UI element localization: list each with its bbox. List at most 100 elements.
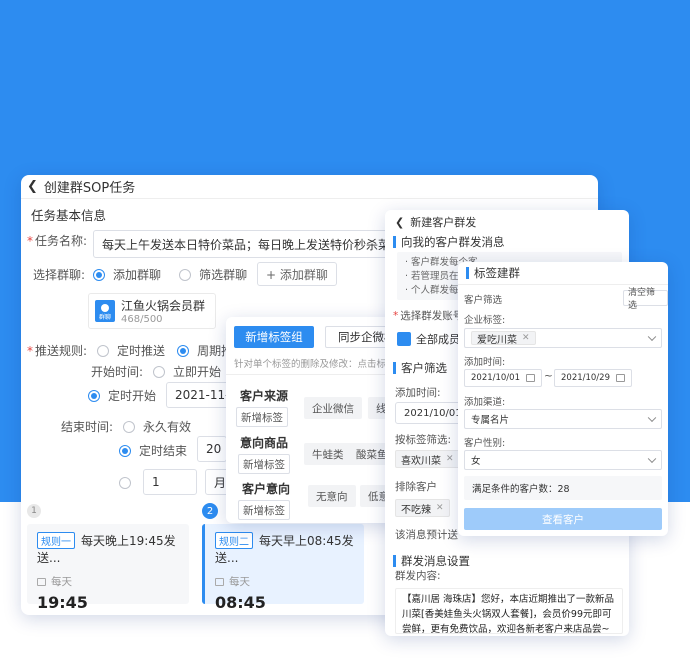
channel-select[interactable]: 专属名片	[464, 409, 662, 429]
view-customers-button[interactable]: 查看客户	[464, 508, 662, 530]
opt-add-group-label: 添加群聊	[113, 268, 162, 282]
sop-title: 创建群SOP任务	[43, 181, 136, 196]
group-avatar: 群聊	[95, 300, 115, 322]
add-time-label: 添加时间:	[395, 387, 441, 399]
radio-add-group[interactable]	[93, 268, 106, 281]
all-members-text: 全部成员	[416, 333, 460, 346]
radio-repeat[interactable]	[119, 477, 131, 489]
step-dot-1[interactable]: 1	[27, 504, 41, 518]
radio-cycle-push[interactable]	[177, 344, 190, 357]
section-filter: 客户筛选	[393, 360, 447, 376]
close-icon[interactable]: ✕	[522, 333, 530, 343]
rule-time: 08:45	[215, 593, 266, 612]
start-time-label: 开始时间:	[91, 365, 144, 379]
end-date-input[interactable]: 20	[197, 436, 227, 462]
rule-time: 19:45	[37, 593, 88, 612]
back-icon[interactable]: ❮	[395, 216, 404, 229]
tag-item[interactable]: 牛蛙类	[304, 443, 352, 465]
add-tag-button[interactable]: 新增标签	[236, 407, 288, 427]
tag-filter-label: 按标签筛选:	[395, 434, 452, 446]
date-separator: ~	[544, 370, 553, 382]
opt-end-timed-label: 定时结束	[139, 444, 188, 458]
radio-filter-group[interactable]	[179, 268, 192, 281]
calendar-icon	[37, 577, 46, 586]
chevron-down-icon	[647, 332, 657, 342]
mass-header: ❮ 新建客户群发	[385, 210, 629, 234]
channel-label: 添加渠道:	[464, 397, 506, 408]
filter-label: 客户筛选	[464, 295, 503, 306]
step-dot-2[interactable]: 2	[202, 503, 218, 519]
end-timed-row: 定时结束	[119, 442, 187, 459]
date-from-input[interactable]: 2021/10/01	[464, 369, 542, 387]
select-group-label: 选择群聊:	[33, 268, 86, 282]
opt-start-timed-label: 定时开始	[108, 389, 157, 403]
start-time-row: 开始时间: 立即开始	[91, 363, 221, 380]
rule-tag: 规则一	[37, 532, 75, 549]
mass-title: 新建客户群发	[410, 216, 477, 229]
label-build-title: 标签建群	[458, 262, 668, 284]
close-icon[interactable]: ✕	[436, 503, 444, 513]
group-name: 江鱼火锅会员群	[121, 299, 206, 313]
required-mark: *	[27, 233, 33, 248]
all-members-chip[interactable]: 全部成员	[397, 328, 460, 350]
push-rule-label: 推送规则:	[35, 344, 88, 358]
message-content[interactable]: 【嘉川居 海珠店】您好，本店近期推出了一款新品川菜[香美娃鱼头火锅双人套餐]，会…	[395, 588, 623, 635]
chevron-down-icon	[647, 454, 657, 464]
opt-filter-group-label: 筛选群聊	[199, 268, 248, 282]
radio-forever[interactable]	[123, 420, 136, 433]
end-time-label: 结束时间:	[61, 420, 114, 434]
date-to-input[interactable]: 2021/10/29	[554, 369, 632, 387]
content-label: 群发内容:	[395, 570, 441, 582]
chip-text: 不吃辣	[401, 504, 431, 516]
radio-start-timed[interactable]	[88, 389, 100, 402]
task-name-input[interactable]: 每天上午发送本日特价菜品；每日晚上发送特价秒杀菜品	[93, 230, 393, 258]
chevron-down-icon	[647, 413, 657, 423]
corp-tag-label: 企业标签:	[464, 315, 506, 326]
opt-timed-label: 定时推送	[117, 344, 166, 358]
sop-header: ❮ 创建群SOP任务	[21, 175, 598, 199]
add-tag-button[interactable]: 新增标签	[238, 454, 290, 474]
match-count: 满足条件的客户数：28	[464, 476, 662, 500]
rule-freq: 每天	[229, 576, 250, 588]
start-timed-row: 定时开始	[88, 387, 156, 404]
label-build-panel: 标签建群 客户筛选 清空筛选 企业标签: 爱吃川菜 ✕ 添加时间: 2021/10…	[458, 262, 668, 536]
required-mark: *	[27, 343, 33, 358]
tag-item[interactable]: 无意向	[308, 485, 356, 507]
gender-select[interactable]: 女	[464, 450, 662, 470]
rule-card-2[interactable]: 规则二 每天早上08:45发送... 每天 08:45	[202, 524, 364, 612]
tag-filter-chip[interactable]: 喜欢川菜 ✕	[395, 450, 460, 468]
add-group-button[interactable]: + 添加群聊	[257, 262, 337, 286]
radio-start-now[interactable]	[153, 365, 166, 378]
exclude-chip[interactable]: 不吃辣 ✕	[395, 499, 450, 517]
tag-item[interactable]: 企业微信	[304, 397, 362, 419]
add-time-input[interactable]: 2021/10/01	[395, 402, 465, 424]
gender-value: 女	[471, 456, 481, 467]
divider	[226, 374, 410, 375]
calendar-icon	[526, 374, 535, 382]
calendar-icon	[215, 577, 224, 586]
gender-label: 客户性别:	[464, 438, 506, 449]
opt-start-now-label: 立即开始	[173, 365, 222, 379]
radio-end-timed[interactable]	[119, 444, 131, 457]
radio-timed-push[interactable]	[97, 344, 110, 357]
add-tag-button[interactable]: 新增标签	[238, 500, 290, 520]
opt-forever-label: 永久有效	[143, 420, 192, 434]
rule-card-1[interactable]: 规则一 每天晚上19:45发送... 每天 19:45	[27, 524, 189, 612]
add-time-label: 添加时间:	[464, 357, 506, 368]
required-mark: *	[393, 310, 399, 322]
chip-text: 爱吃川菜	[477, 334, 517, 346]
close-icon[interactable]: ✕	[446, 454, 454, 464]
tag-group-panel: 新增标签组 同步企微标 针对单个标签的删除及修改：点击标签 客户来源 新增标签 …	[226, 317, 410, 523]
group-count: 468/500	[121, 314, 163, 325]
exclude-label: 排除客户	[395, 481, 437, 493]
clear-filter-button[interactable]: 清空筛选	[623, 288, 668, 311]
group-title-product: 意向商品	[240, 436, 289, 450]
group-card[interactable]: 群聊 江鱼火锅会员群 468/500	[88, 293, 216, 329]
chip-text: 喜欢川菜	[401, 455, 441, 467]
corp-tag-select[interactable]: 爱吃川菜 ✕	[464, 328, 662, 348]
end-time-row: 结束时间: 永久有效	[61, 418, 191, 435]
tab-new-tag-group[interactable]: 新增标签组	[234, 326, 314, 348]
back-icon[interactable]: ❮	[27, 179, 38, 194]
push-rule-row: * 推送规则: 定时推送 周期推	[27, 342, 233, 359]
repeat-count-input[interactable]: 1	[143, 469, 197, 495]
